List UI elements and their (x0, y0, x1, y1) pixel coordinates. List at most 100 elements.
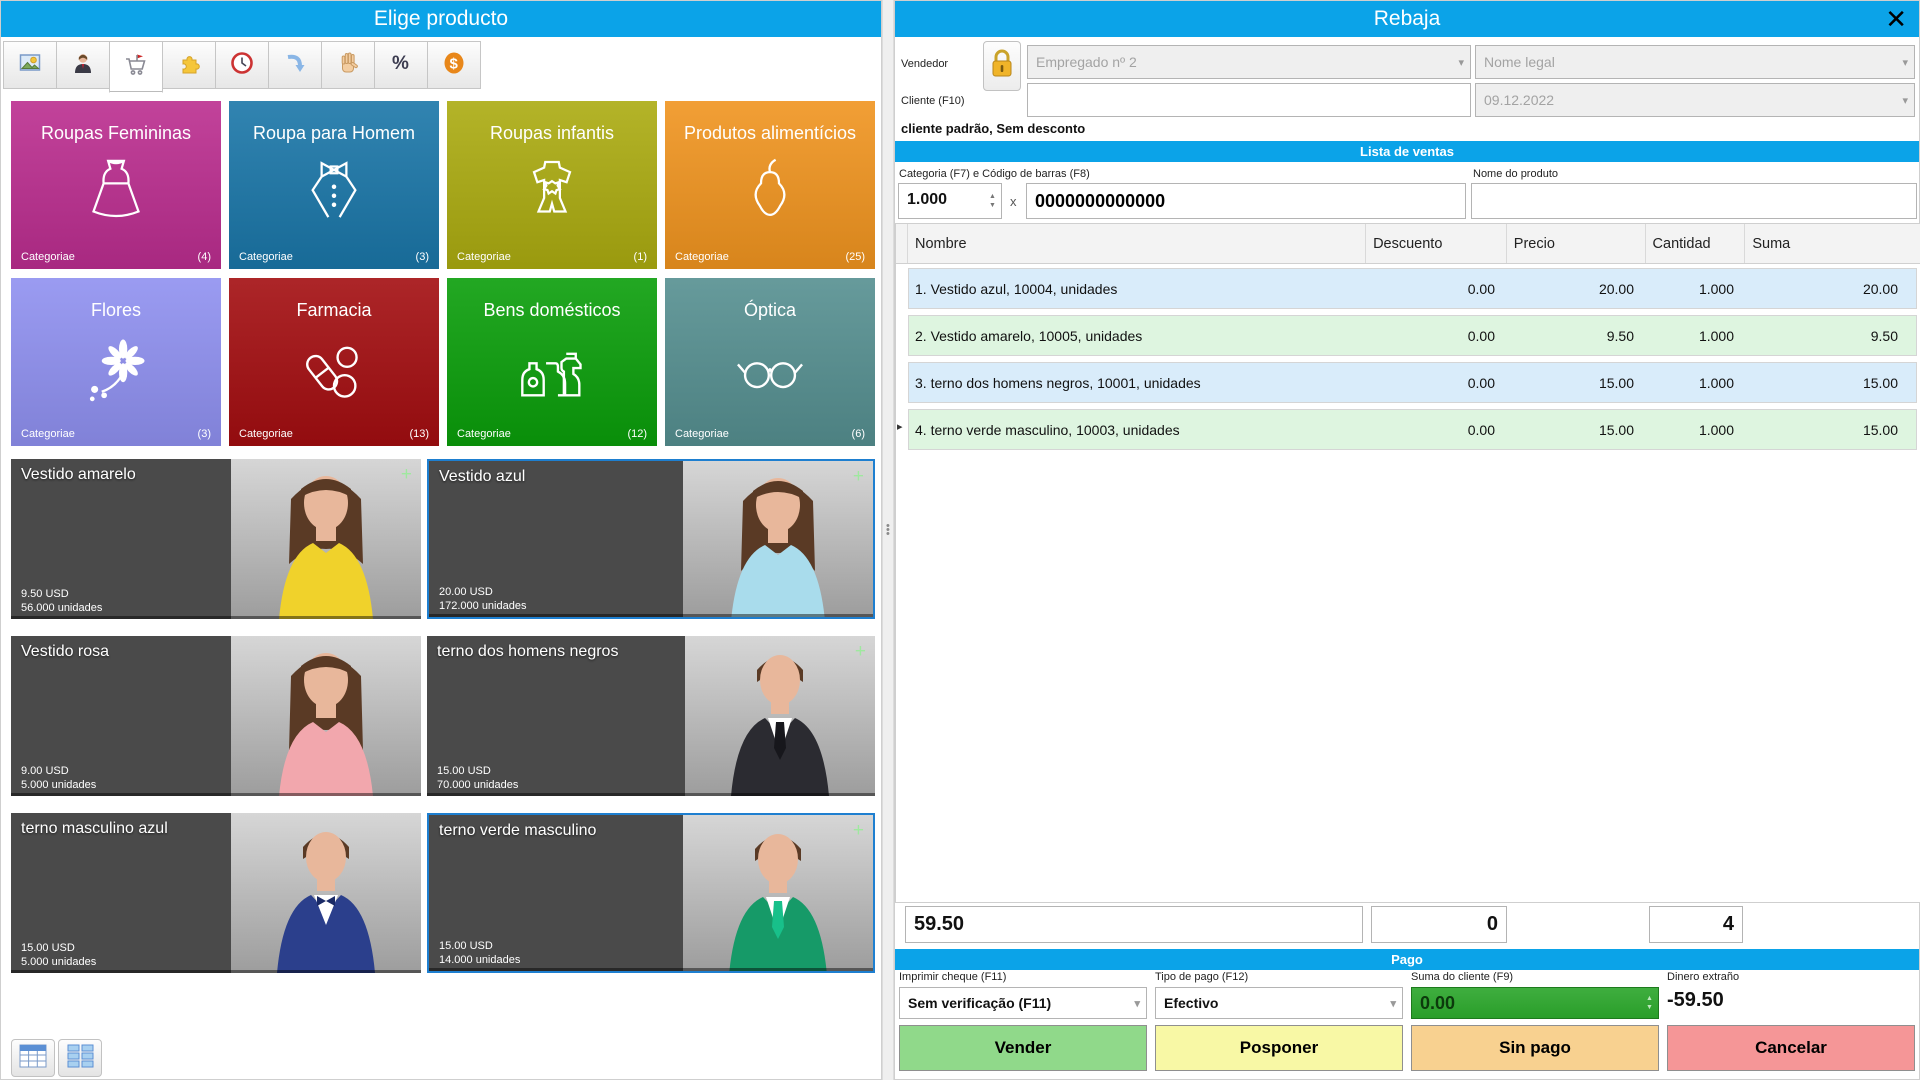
sales-table: Nombre Descuento Precio Cantidad Suma 1.… (895, 223, 1920, 903)
discount-tab-button[interactable]: % (374, 41, 428, 89)
category-tile-farmacia[interactable]: Farmacia Categoriae (13) (229, 278, 439, 446)
total-discount-box: 0 (1371, 906, 1507, 943)
column-header-descuento[interactable]: Descuento (1366, 224, 1507, 263)
dinero-extrano-label: Dinero extraño (1667, 971, 1740, 983)
category-count: (3) (197, 428, 211, 440)
total-discount-value: 0 (1486, 913, 1498, 935)
posponer-button-label: Posponer (1239, 1038, 1319, 1057)
tile-bottom-strip (11, 970, 421, 973)
tile-view-button[interactable] (58, 1039, 102, 1077)
cell-suma: 15.00 (1862, 421, 1898, 438)
pills-icon (229, 330, 439, 406)
date-select[interactable]: 09.12.2022 ▾ (1475, 83, 1915, 117)
column-header-suma[interactable]: Suma (1745, 224, 1920, 263)
plugins-tab-button[interactable] (162, 41, 216, 89)
product-price: 15.00 USD (437, 765, 491, 777)
cliente-input[interactable] (1027, 83, 1471, 117)
left-titlebar: Elige producto (1, 1, 881, 37)
table-row[interactable]: 4. terno verde masculino, 10003, unidade… (908, 409, 1917, 450)
category-tile-roupas-infantis[interactable]: Roupas infantis Categoriae (1) (447, 101, 657, 269)
cancelar-button[interactable]: Cancelar (1667, 1025, 1915, 1071)
vendedor-select[interactable]: Empregado nº 2 ▾ (1027, 45, 1471, 79)
person-icon (71, 51, 95, 80)
close-button[interactable]: ✕ (1885, 3, 1907, 35)
pago-header: Pago (895, 949, 1919, 970)
category-tile-produtos-alimenticios[interactable]: Produtos alimentícios Categoriae (25) (665, 101, 875, 269)
cell-suma: 15.00 (1862, 374, 1898, 391)
pictures-tab-button[interactable] (3, 41, 57, 89)
spinner-arrows-icon[interactable]: ▲ ▼ (986, 186, 999, 216)
table-row[interactable]: 2. Vestido amarelo, 10005, unidades 0.00… (908, 315, 1917, 356)
cell-suma: 9.50 (1870, 327, 1898, 344)
product-tile-terno-verde-masculino[interactable]: terno verde masculino + 15.00 USD 14.000… (427, 813, 875, 973)
quantity-stepper[interactable]: 1.000 ▲ ▼ (898, 183, 1002, 219)
category-tile-bens-domesticos[interactable]: Bens domésticos Categoriae (12) (447, 278, 657, 446)
add-product-plus-icon[interactable]: + (853, 466, 864, 488)
tile-bottom-strip (429, 614, 873, 617)
product-tile-terno-dos-homens-negros[interactable]: terno dos homens negros + 15.00 USD 70.0… (427, 636, 875, 796)
product-selection-panel: Elige producto % $ Roupas Femininas Cate… (0, 0, 882, 1080)
product-tile-vestido-rosa[interactable]: Vestido rosa 9.00 USD 5.000 unidades (11, 636, 421, 796)
column-header-cantidad[interactable]: Cantidad (1646, 224, 1746, 263)
category-name: Flores (90, 300, 141, 320)
product-tile-vestido-amarelo[interactable]: Vestido amarelo + 9.50 USD 56.000 unidad… (11, 459, 421, 619)
suma-do-cliente-value: 0.00 (1420, 992, 1456, 1013)
column-header-nombre[interactable]: Nombre (908, 224, 1367, 263)
imprimir-cheque-select[interactable]: Sem verificação (F11) ▾ (899, 987, 1147, 1019)
splitter-grip-icon: • • • (886, 520, 890, 540)
tipo-de-pago-select[interactable]: Efectivo ▾ (1155, 987, 1403, 1019)
nome-legal-select[interactable]: Nome legal ▾ (1475, 45, 1915, 79)
category-count: (25) (845, 251, 865, 263)
returns-tab-button[interactable] (268, 41, 322, 89)
cell-precio: 15.00 (1598, 421, 1634, 438)
panel-splitter[interactable]: • • • (882, 0, 894, 1080)
imprimir-cheque-label: Imprimir cheque (F11) (899, 971, 1007, 983)
money-tab-button[interactable]: $ (427, 41, 481, 89)
cell-descuento: 0.00 (1467, 327, 1495, 344)
person-tab-button[interactable] (56, 41, 110, 89)
category-tile-roupas-femininas[interactable]: Roupas Femininas Categoriae (4) (11, 101, 221, 269)
cell-cantidad: 1.000 (1698, 327, 1734, 344)
barcode-input[interactable] (1026, 183, 1466, 219)
product-tile-vestido-azul[interactable]: Vestido azul + 20.00 USD 172.000 unidade… (427, 459, 875, 619)
cell-nombre: 4. terno verde masculino, 10003, unidade… (915, 421, 1180, 438)
posponer-button[interactable]: Posponer (1155, 1025, 1403, 1071)
cell-suma: 20.00 (1862, 280, 1898, 297)
toolbar: % $ (3, 41, 481, 93)
pear-icon (665, 153, 875, 225)
vender-button[interactable]: Vender (899, 1025, 1147, 1071)
add-product-plus-icon[interactable]: + (401, 464, 412, 486)
sale-panel: Rebaja ✕ Vendedor Empregado nº 2 ▾ Nome … (894, 0, 1920, 1080)
table-row[interactable]: 1. Vestido azul, 10004, unidades 0.00 20… (908, 268, 1917, 309)
product-name: terno dos homens negros (437, 643, 619, 660)
right-panel-title: Rebaja (1373, 7, 1441, 30)
product-price: 15.00 USD (439, 940, 493, 952)
pago-title: Pago (1391, 952, 1423, 967)
nome-produto-label: Nome do produto (1473, 168, 1558, 180)
table-row[interactable]: 3. terno dos homens negros, 10001, unida… (908, 362, 1917, 403)
pictures-icon (18, 51, 42, 80)
history-tab-button[interactable] (215, 41, 269, 89)
product-name: terno masculino azul (21, 820, 168, 837)
sin-pago-button[interactable]: Sin pago (1411, 1025, 1659, 1071)
cart-tab-button[interactable] (109, 41, 163, 93)
column-header-precio[interactable]: Precio (1507, 224, 1646, 263)
table-view-button[interactable] (11, 1039, 55, 1077)
category-tile-roupa-para-homem[interactable]: Roupa para Homem Categoriae (3) (229, 101, 439, 269)
tile-bottom-strip (429, 968, 873, 971)
add-product-plus-icon[interactable]: + (855, 641, 866, 663)
hold-tab-button[interactable] (321, 41, 375, 89)
category-tile-optica[interactable]: Óptica Categoriae (6) (665, 278, 875, 446)
product-name: terno verde masculino (439, 822, 597, 839)
lock-button[interactable] (983, 41, 1021, 91)
category-tile-flores[interactable]: Flores Categoriae (3) (11, 278, 221, 446)
spinner-arrows-icon[interactable]: ▲ ▼ (1643, 990, 1656, 1016)
product-tile-terno-masculino-azul[interactable]: terno masculino azul 15.00 USD 5.000 uni… (11, 813, 421, 973)
suma-do-cliente-input[interactable]: 0.00 ▲ ▼ (1411, 987, 1659, 1019)
nome-produto-input[interactable] (1471, 183, 1917, 219)
baby-onesie-icon (447, 153, 657, 225)
flower-icon (11, 330, 221, 406)
add-product-plus-icon[interactable]: + (853, 820, 864, 842)
category-count: (4) (197, 251, 211, 263)
nome-legal-value: Nome legal (1484, 54, 1555, 70)
